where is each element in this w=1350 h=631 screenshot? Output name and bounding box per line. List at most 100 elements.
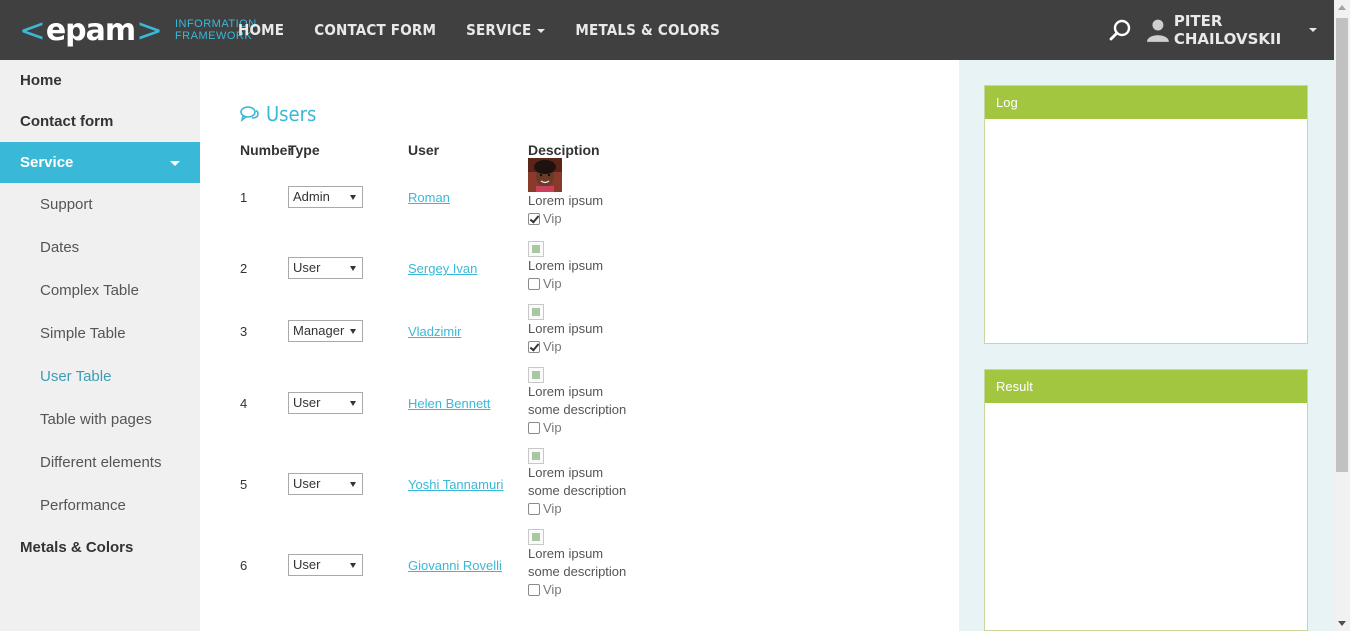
vip-checkbox[interactable] <box>528 503 540 515</box>
type-select-value: User <box>293 395 321 410</box>
vip-checkbox-row: Vip <box>528 210 603 228</box>
page-scrollbar[interactable] <box>1334 0 1350 631</box>
select-arrow-icon <box>350 266 356 271</box>
user-link[interactable]: Helen Bennett <box>408 396 490 411</box>
select-arrow-icon <box>350 329 356 334</box>
user-link[interactable]: Roman <box>408 190 450 205</box>
broken-image-icon <box>528 241 544 257</box>
column-header-number: Number <box>240 142 293 158</box>
vip-checkbox[interactable] <box>528 422 540 434</box>
sidebar-item-label: Home <box>20 72 62 89</box>
description-text: Lorem ipsum <box>528 193 604 208</box>
user-menu[interactable]: PITER CHAILOVSKII <box>1146 0 1334 60</box>
table-row: 1 Admin Roman Lorem ipsum Vip <box>240 158 940 230</box>
row-number: 4 <box>240 396 248 411</box>
logo-text-epam: epam <box>45 12 136 48</box>
column-header-user: User <box>408 142 440 158</box>
chevron-down-icon <box>537 28 546 33</box>
description-text: Lorem ipsum <box>528 258 604 273</box>
sidebar-subitem-user-table[interactable]: User Table <box>0 355 200 398</box>
description-text: Lorem ipsum <box>528 546 604 561</box>
scroll-up-arrow-icon[interactable] <box>1338 5 1346 10</box>
nav-home[interactable]: HOME <box>223 0 299 60</box>
logo-mark: < epam > <box>19 11 163 49</box>
user-link[interactable]: Giovanni Rovelli <box>408 558 502 573</box>
nav-metals-colors-label: METALS & COLORS <box>575 21 721 39</box>
log-panel: Log <box>984 85 1308 344</box>
select-arrow-icon <box>350 563 356 568</box>
sidebar-subitem-table-with-pages[interactable]: Table with pages <box>0 398 200 441</box>
type-select[interactable]: Admin <box>288 186 363 208</box>
page-title: Users <box>240 102 316 126</box>
nav-home-label: HOME <box>238 21 285 39</box>
sidebar-subitem-different-elements[interactable]: Different elements <box>0 441 200 484</box>
user-icon <box>1146 19 1169 42</box>
search-icon[interactable] <box>1108 18 1132 42</box>
top-header: < epam > INFORMATION FRAMEWORK HOME CONTAC… <box>0 0 1334 60</box>
nav-service-label: SERVICE <box>466 21 532 39</box>
epam-logo[interactable]: < epam > INFORMATION FRAMEWORK <box>18 11 257 49</box>
description-text: Lorem ipsum <box>528 465 604 480</box>
sidebar-subitem-complex-table[interactable]: Complex Table <box>0 269 200 312</box>
sidebar-item-service[interactable]: Service <box>0 142 200 183</box>
user-link[interactable]: Vladzimir <box>408 324 461 339</box>
column-header-type: Type <box>288 142 320 158</box>
sidebar-subitem-dates[interactable]: Dates <box>0 226 200 269</box>
description-extra: some description <box>528 483 627 498</box>
description-cell: Lorem ipsum some description Vip <box>528 448 626 518</box>
chevron-down-icon <box>170 161 180 166</box>
scroll-thumb[interactable] <box>1336 18 1348 472</box>
vip-checkbox[interactable] <box>528 584 540 596</box>
vip-checkbox[interactable] <box>528 278 540 290</box>
user-link[interactable]: Sergey Ivan <box>408 261 477 276</box>
chevron-down-icon[interactable] <box>1309 28 1317 32</box>
row-number: 3 <box>240 324 248 339</box>
user-link[interactable]: Yoshi Tannamuri <box>408 477 503 492</box>
nav-contact-form-label: CONTACT FORM <box>314 21 437 39</box>
vip-checkbox-row: Vip <box>528 581 626 599</box>
row-number: 2 <box>240 261 248 276</box>
table-row: 5 User Yoshi Tannamuri Lorem ipsum some … <box>240 448 940 522</box>
broken-image-icon <box>528 304 544 320</box>
vip-checkbox-row: Vip <box>528 419 626 437</box>
sidebar-subitem-performance[interactable]: Performance <box>0 484 200 527</box>
type-select[interactable]: User <box>288 554 363 576</box>
description-cell: Lorem ipsum Vip <box>528 241 603 293</box>
broken-image-icon <box>528 529 544 545</box>
page-title-text: Users <box>266 102 317 126</box>
scroll-down-arrow-icon[interactable] <box>1338 621 1346 626</box>
description-cell: Lorem ipsum some description Vip <box>528 529 626 599</box>
log-panel-title: Log <box>985 86 1307 119</box>
nav-metals-colors[interactable]: METALS & COLORS <box>560 0 735 60</box>
sidebar-item-home[interactable]: Home <box>0 60 200 101</box>
vip-checkbox-row: Vip <box>528 500 626 518</box>
type-select[interactable]: User <box>288 257 363 279</box>
type-select[interactable]: Manager <box>288 320 363 342</box>
nav-service[interactable]: SERVICE <box>451 0 560 60</box>
right-panel: Log Result <box>959 60 1334 631</box>
row-number: 5 <box>240 477 248 492</box>
broken-image-icon <box>528 448 544 464</box>
type-select-value: User <box>293 476 321 491</box>
result-panel-title: Result <box>985 370 1307 403</box>
vip-checkbox[interactable] <box>528 213 540 225</box>
top-nav: HOME CONTACT FORM SERVICE METALS & COLOR… <box>223 0 735 60</box>
type-select[interactable]: User <box>288 392 363 414</box>
description-extra: some description <box>528 564 627 579</box>
sidebar-subitem-support[interactable]: Support <box>0 183 200 226</box>
vip-checkbox[interactable] <box>528 341 540 353</box>
sidebar-subitem-simple-table[interactable]: Simple Table <box>0 312 200 355</box>
type-select[interactable]: User <box>288 473 363 495</box>
user-avatar-image <box>528 158 562 192</box>
column-header-description: Desciption <box>528 142 600 158</box>
nav-contact-form[interactable]: CONTACT FORM <box>299 0 451 60</box>
vip-label: Vip <box>543 420 562 435</box>
comments-icon <box>240 106 259 122</box>
description-cell: Lorem ipsum Vip <box>528 158 603 228</box>
description-extra: some description <box>528 402 627 417</box>
sidebar-item-metals-colors[interactable]: Metals & Colors <box>0 527 200 568</box>
sidebar-item-contact-form[interactable]: Contact form <box>0 101 200 142</box>
description-cell: Lorem ipsum Vip <box>528 304 603 356</box>
vip-label: Vip <box>543 501 562 516</box>
select-arrow-icon <box>350 401 356 406</box>
